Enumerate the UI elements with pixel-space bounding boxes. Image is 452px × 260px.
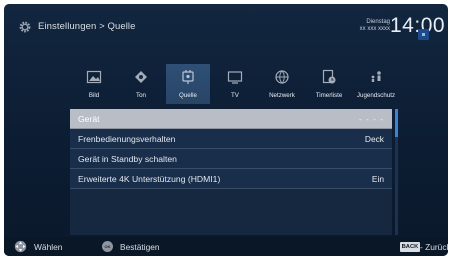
network-icon (275, 70, 289, 84)
tab-timerliste[interactable]: Timerliste (307, 64, 351, 104)
item-value: Ein (371, 173, 384, 184)
parental-lock-icon (371, 71, 381, 82)
item-label: Frenbedienungsverhalten (78, 133, 176, 144)
dpad-icon (14, 240, 27, 253)
tv-icon (227, 71, 243, 84)
item-value: - - - - (358, 113, 384, 124)
select-hint: Wählen (34, 242, 63, 252)
info-icon (418, 29, 429, 40)
back-key-icon: BACK (400, 242, 420, 252)
tab-jugendschutz[interactable]: Jugendschutz (354, 64, 398, 104)
tab-label: Bild (88, 92, 100, 99)
header: Einstellungen > Quelle Dienstag xx xxx x… (4, 4, 448, 56)
ok-button-icon: OK (102, 241, 113, 252)
tab-label: Quelle (179, 92, 197, 99)
tab-label: Netzwerk (269, 92, 295, 99)
picture-icon (86, 70, 102, 84)
footer-help-bar: Wählen OK Bestätigen BACK - Zurück (4, 237, 448, 256)
tab-label: Timerliste (315, 92, 343, 99)
tab-label: TV (231, 92, 239, 99)
timer-list-icon (322, 69, 336, 84)
day-label: Dienstag (366, 19, 390, 25)
scrollbar[interactable] (395, 109, 398, 235)
scroll-thumb[interactable] (395, 109, 398, 137)
tab-ton[interactable]: Ton (119, 64, 163, 104)
back-hint: - Zurück (420, 242, 448, 252)
item-label: Gerät in Standby schalten (78, 153, 177, 164)
tab-bild[interactable]: Bild (72, 64, 116, 104)
tab-netzwerk[interactable]: Netzwerk (260, 64, 304, 104)
tab-label: Ton (136, 92, 146, 99)
list-item-4k-support[interactable]: Erweiterte 4K Unterstützung (HDMI1) Ein (70, 169, 392, 189)
sound-icon (135, 71, 147, 83)
list-item-fernbedienungsverhalten[interactable]: Frenbedienungsverhalten Deck (70, 129, 392, 149)
source-icon (182, 70, 194, 84)
gear-icon (19, 21, 31, 33)
settings-list: Gerät - - - - Frenbedienungsverhalten De… (70, 109, 392, 189)
list-item-standby[interactable]: Gerät in Standby schalten (70, 149, 392, 169)
date-display: Dienstag xx xxx xxxx (346, 19, 390, 33)
category-tabs: Bild Ton Quelle TV Netzwerk Timerliste J… (72, 64, 398, 104)
item-label: Gerät (78, 113, 100, 124)
breadcrumb: Einstellungen > Quelle (38, 21, 136, 32)
date-label: xx xxx xxxx (359, 26, 390, 32)
confirm-hint: Bestätigen (120, 242, 160, 252)
tv-settings-screen: Einstellungen > Quelle Dienstag xx xxx x… (4, 4, 448, 256)
list-item-geraet[interactable]: Gerät - - - - (70, 109, 392, 129)
tab-label: Jugendschutz (356, 92, 396, 99)
item-label: Erweiterte 4K Unterstützung (HDMI1) (78, 173, 221, 184)
item-value: Deck (364, 133, 384, 144)
tab-quelle[interactable]: Quelle (166, 64, 210, 104)
tab-tv[interactable]: TV (213, 64, 257, 104)
